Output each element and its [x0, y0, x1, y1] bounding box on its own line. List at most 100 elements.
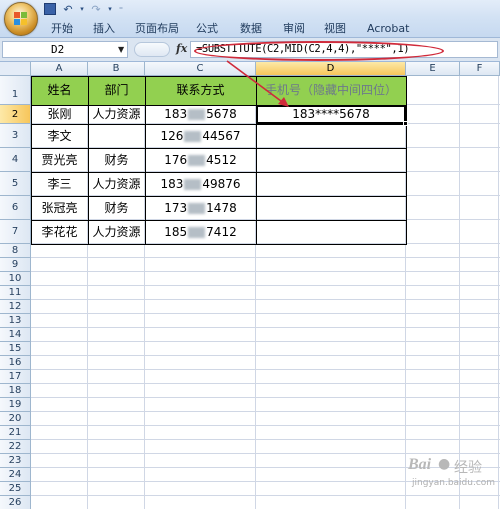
cell-dept[interactable]: [88, 124, 145, 148]
worksheet-grid[interactable]: A B C D E F 1 2 3 4 5 6 7 8 9 10 11 12 13 14 15 16 17 18 1…: [0, 62, 500, 509]
column-header-d[interactable]: D: [256, 62, 406, 76]
table-border: [406, 76, 407, 245]
cell-dept[interactable]: 财务: [88, 196, 145, 220]
office-button[interactable]: [4, 2, 38, 36]
cell-name[interactable]: 李文: [31, 124, 88, 148]
row-header-15[interactable]: 15: [0, 342, 31, 356]
row-header-8[interactable]: 8: [0, 244, 31, 258]
cell-name[interactable]: 张刚: [31, 105, 88, 124]
row-header-22[interactable]: 22: [0, 440, 31, 454]
row-header-23[interactable]: 23: [0, 454, 31, 468]
name-box[interactable]: D2: [2, 41, 128, 58]
cell-phone[interactable]: 126 44567: [145, 124, 256, 148]
cell-masked-phone[interactable]: [256, 172, 406, 196]
header-dept[interactable]: 部门: [88, 76, 145, 105]
header-contact[interactable]: 联系方式: [145, 76, 256, 105]
row-header-18[interactable]: 18: [0, 384, 31, 398]
name-box-dropdown-icon[interactable]: ▼: [118, 45, 124, 54]
cell-name[interactable]: 贾光亮: [31, 148, 88, 172]
undo-icon[interactable]: ↶: [60, 2, 76, 17]
column-header-f[interactable]: F: [460, 62, 500, 76]
customize-qat-icon[interactable]: ⁼: [116, 2, 126, 17]
redo-dropdown-icon[interactable]: ▾: [106, 2, 114, 17]
undo-dropdown-icon[interactable]: ▾: [78, 2, 86, 17]
row-header-25[interactable]: 25: [0, 482, 31, 496]
redacted-digits: [188, 203, 206, 214]
row-header-13[interactable]: 13: [0, 314, 31, 328]
row-header-14[interactable]: 14: [0, 328, 31, 342]
row-header-3[interactable]: 3: [0, 124, 31, 148]
row-header-4[interactable]: 4: [0, 148, 31, 172]
gridline: [31, 355, 500, 356]
cell-phone[interactable]: 173 1478: [145, 196, 256, 220]
cell-dept[interactable]: 人力资源: [88, 172, 145, 196]
header-masked-phone[interactable]: 手机号（隐藏中间四位）: [256, 76, 406, 105]
cell-name[interactable]: 张冠亮: [31, 196, 88, 220]
select-all-corner[interactable]: [0, 62, 31, 76]
column-header-c[interactable]: C: [145, 62, 256, 76]
row-header-6[interactable]: 6: [0, 196, 31, 220]
phone-prefix: 126: [160, 129, 184, 143]
column-header-e[interactable]: E: [406, 62, 460, 76]
gridline: [459, 76, 460, 509]
cell-dept[interactable]: 人力资源: [88, 220, 145, 244]
gridline: [31, 425, 500, 426]
cell-masked-phone[interactable]: [256, 124, 406, 148]
row-header-19[interactable]: 19: [0, 398, 31, 412]
row-header-9[interactable]: 9: [0, 258, 31, 272]
phone-suffix: 4512: [206, 153, 237, 167]
cell-dept[interactable]: 财务: [88, 148, 145, 172]
tab-page-layout[interactable]: 页面布局: [135, 20, 179, 37]
tab-formulas[interactable]: 公式: [196, 20, 218, 37]
formula-input[interactable]: =SUBSTITUTE(C2,MID(C2,4,4),"****",1): [190, 41, 498, 58]
cell-phone[interactable]: 183 49876: [145, 172, 256, 196]
tab-data[interactable]: 数据: [240, 20, 262, 37]
cell-masked-phone[interactable]: [256, 220, 406, 244]
phone-suffix: 5678: [206, 107, 237, 121]
cell-phone[interactable]: 185 7412: [145, 220, 256, 244]
header-name[interactable]: 姓名: [31, 76, 88, 105]
cell-masked-phone[interactable]: [256, 148, 406, 172]
formula-bar-splitter[interactable]: [134, 42, 170, 57]
row-header-24[interactable]: 24: [0, 468, 31, 482]
row-header-7[interactable]: 7: [0, 220, 31, 244]
column-header-b[interactable]: B: [88, 62, 145, 76]
formula-bar: D2 ▼ fx =SUBSTITUTE(C2,MID(C2,4,4),"****…: [0, 38, 500, 62]
row-header-2[interactable]: 2: [0, 105, 31, 124]
row-header-10[interactable]: 10: [0, 272, 31, 286]
cell-masked-phone[interactable]: [256, 196, 406, 220]
gridline: [31, 397, 500, 398]
row-header-1[interactable]: 1: [0, 76, 31, 105]
row-header-21[interactable]: 21: [0, 426, 31, 440]
gridline: [31, 341, 500, 342]
quick-access-toolbar: ↶ ▾ ↷ ▾ ⁼: [42, 1, 126, 17]
redo-icon[interactable]: ↷: [88, 2, 104, 17]
table-border: [256, 76, 257, 245]
tab-home[interactable]: 开始: [51, 20, 73, 37]
cell-name[interactable]: 李三: [31, 172, 88, 196]
column-header-a[interactable]: A: [31, 62, 88, 76]
watermark-brand: Bai: [408, 456, 432, 473]
row-header-12[interactable]: 12: [0, 300, 31, 314]
row-header-17[interactable]: 17: [0, 370, 31, 384]
tab-view[interactable]: 视图: [324, 20, 346, 37]
save-icon[interactable]: [44, 3, 56, 15]
watermark-url: jingyan.baidu.com: [412, 478, 496, 488]
cell-phone[interactable]: 183 5678: [145, 105, 256, 124]
cell-phone[interactable]: 176 4512: [145, 148, 256, 172]
row-header-5[interactable]: 5: [0, 172, 31, 196]
tab-acrobat[interactable]: Acrobat: [367, 20, 409, 37]
fill-handle[interactable]: [403, 121, 408, 126]
redacted-digits: [188, 109, 206, 120]
tab-review[interactable]: 审阅: [283, 20, 305, 37]
tab-insert[interactable]: 插入: [93, 20, 115, 37]
row-header-20[interactable]: 20: [0, 412, 31, 426]
cell-name[interactable]: 李花花: [31, 220, 88, 244]
phone-prefix: 183: [160, 177, 184, 191]
phone-prefix: 185: [164, 225, 188, 239]
row-header-11[interactable]: 11: [0, 286, 31, 300]
insert-function-button[interactable]: fx: [176, 42, 187, 55]
cell-dept[interactable]: 人力资源: [88, 105, 145, 124]
row-header-16[interactable]: 16: [0, 356, 31, 370]
row-header-26[interactable]: 26: [0, 496, 31, 509]
